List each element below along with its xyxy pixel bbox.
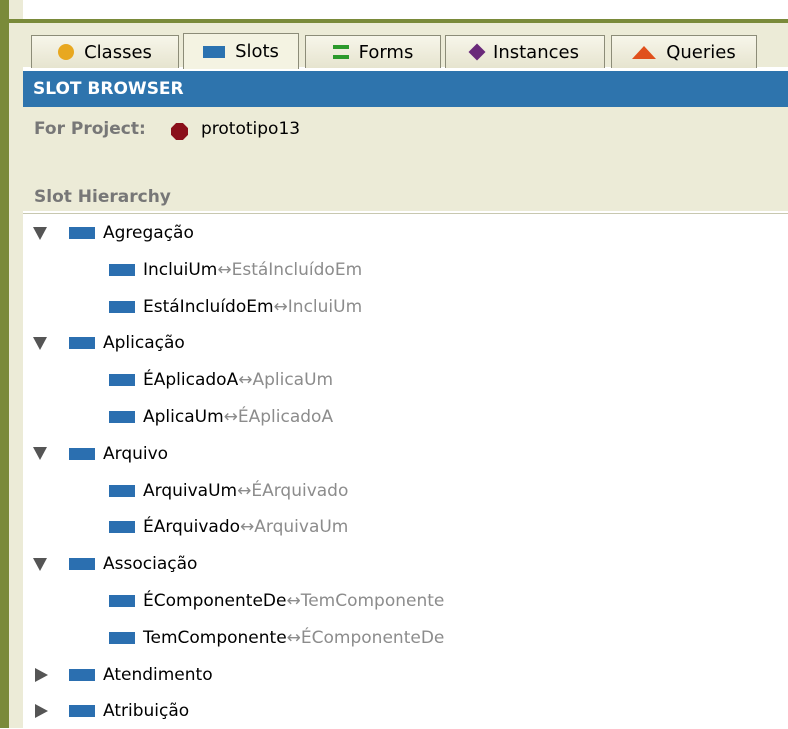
inverse-slot-name: ArquivaUm [254, 517, 349, 538]
slot-name: Atribuição [103, 701, 190, 722]
tree-row-subslot[interactable]: EstáIncluídoEm ↔ IncluiUm [23, 292, 362, 322]
inverse-arrow-icon: ↔ [286, 627, 301, 648]
slot-icon [69, 668, 95, 681]
slot-icon [109, 521, 135, 534]
tree-row-slot[interactable]: Aplicação [23, 328, 185, 358]
slot-icon [69, 558, 95, 571]
tab-forms-label: Forms [358, 41, 414, 63]
tab-slots[interactable]: Slots [183, 33, 299, 69]
inverse-slot-name: IncluiUm [287, 296, 363, 317]
expand-toggle-open-icon[interactable] [33, 226, 47, 240]
inverse-slot-name: TemComponente [300, 591, 445, 611]
tree-row-slot[interactable]: Arquivo [23, 439, 168, 469]
subslot-name: TemComponente [143, 627, 287, 648]
inverse-slot-name: ÉComponenteDe [300, 627, 445, 648]
window-left-border [0, 0, 9, 728]
inverse-slot-name: AplicaUm [252, 370, 334, 391]
slot-name: Arquivo [103, 443, 169, 464]
slot-icon [109, 631, 135, 644]
tree-row-slot[interactable]: Associação [23, 549, 197, 579]
header-title: SLOT BROWSER [33, 79, 184, 99]
tree-row-slot[interactable]: Atribuição [23, 696, 189, 726]
tab-instances-label: Instances [493, 41, 579, 63]
slot-icon [109, 263, 135, 276]
forms-icon [332, 45, 349, 59]
tree-row-subslot[interactable]: TemComponente ↔ ÉComponenteDe [23, 623, 444, 653]
inverse-slot-name: EstáIncluídoEm [231, 259, 363, 280]
inverse-arrow-icon: ↔ [240, 517, 255, 538]
instances-diamond-icon [468, 43, 486, 61]
slot-icon [69, 447, 95, 460]
tree-row-slot[interactable]: Atendimento [23, 660, 213, 690]
tab-classes-label: Classes [84, 41, 152, 63]
tab-classes[interactable]: Classes [31, 35, 179, 68]
slot-icon [109, 411, 135, 423]
slot-icon [69, 705, 95, 718]
subslot-name: ArquivaUm [143, 480, 238, 501]
slot-name: Agregação [103, 223, 194, 243]
tab-queries-label: Queries [666, 41, 736, 63]
expand-toggle-closed-icon[interactable] [35, 704, 48, 719]
tree-row-subslot[interactable]: ÉAplicadoA ↔ AplicaUm [23, 365, 333, 395]
slot-name: Atendimento [103, 664, 213, 685]
tab-instances[interactable]: Instances [445, 35, 605, 68]
slot-icon [69, 227, 95, 239]
tree-row-subslot[interactable]: ÉComponenteDe ↔ TemComponente [23, 586, 444, 616]
slot-name: Associação [103, 554, 198, 575]
project-icon [171, 123, 188, 140]
tree-row-subslot[interactable]: AplicaUm ↔ ÉAplicadoA [23, 402, 333, 432]
window-left-margin [9, 0, 23, 728]
inverse-arrow-icon: ↔ [286, 591, 301, 611]
slot-icon [109, 374, 135, 387]
inverse-arrow-icon: ↔ [238, 370, 253, 391]
inverse-arrow-icon: ↔ [273, 296, 288, 317]
project-label: For Project: [34, 119, 146, 139]
slot-icon [109, 484, 135, 497]
inverse-arrow-icon: ↔ [237, 480, 252, 501]
slots-bar-icon [203, 45, 226, 58]
tree-row-subslot[interactable]: IncluiUm ↔ EstáIncluídoEm [23, 255, 362, 285]
expand-toggle-closed-icon[interactable] [35, 667, 48, 682]
subslot-name: IncluiUm [143, 259, 218, 280]
project-name: prototipo13 [201, 119, 301, 139]
inverse-arrow-icon: ↔ [223, 407, 238, 427]
classes-circle-icon [58, 44, 75, 60]
inverse-slot-name: ÉAplicadoA [237, 407, 334, 427]
expand-toggle-open-icon[interactable] [33, 336, 47, 350]
tab-forms[interactable]: Forms [305, 35, 441, 68]
tree-row-slot[interactable]: Agregação [23, 218, 194, 248]
subslot-name: ÉArquivado [143, 517, 241, 538]
expand-toggle-open-icon[interactable] [33, 557, 47, 571]
queries-triangle-icon [632, 45, 657, 59]
slot-hierarchy-label: Slot Hierarchy [34, 187, 171, 207]
tree-row-subslot[interactable]: ArquivaUm ↔ ÉArquivado [23, 476, 348, 506]
expand-toggle-open-icon[interactable] [33, 447, 47, 461]
tree-row-subslot[interactable]: ÉArquivado ↔ ArquivaUm [23, 512, 348, 542]
slot-browser-header: SLOT BROWSER [23, 71, 788, 107]
slot-icon [109, 595, 135, 607]
slot-icon [109, 300, 135, 313]
slot-icon [69, 337, 95, 350]
tab-queries[interactable]: Queries [611, 35, 757, 68]
inverse-slot-name: ÉArquivado [251, 480, 349, 501]
subslot-name: ÉComponenteDe [143, 591, 287, 611]
tab-slots-label: Slots [235, 41, 279, 62]
subslot-name: EstáIncluídoEm [143, 296, 274, 317]
subslot-name: AplicaUm [143, 407, 224, 427]
slot-name: Aplicação [103, 333, 185, 354]
inverse-arrow-icon: ↔ [217, 259, 232, 280]
subslot-name: ÉAplicadoA [143, 370, 239, 391]
slot-hierarchy-tree[interactable]: Agregação IncluiUm ↔ EstáIncluídoEm EstáIn… [23, 213, 788, 729]
